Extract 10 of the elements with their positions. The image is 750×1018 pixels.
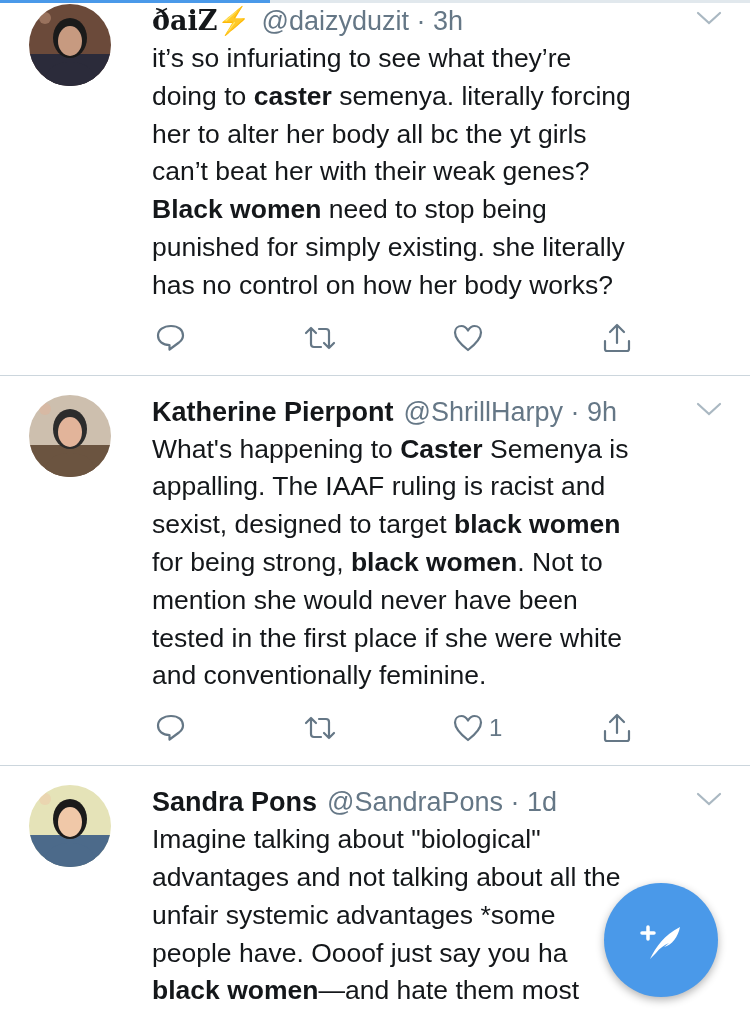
handle-and-time: @daizyduzit · 3h: [261, 5, 463, 38]
tweet-text: it’s so infuriating to see what they’re doing to caster semenya. literally forcing her to alter her body all bc the yt girls can’t beat her with their weak genes? Black women need to stop being punished for simply existing. she literally has no control on how her body works?: [152, 42, 631, 302]
user-name[interactable]: Sandra Pons: [152, 783, 318, 822]
tweet-text: What's happening to Caster Semenya is appalling. The IAAF ruling is racist and sexist, designed to target black women for being strong, black women. Not to mention she would never have been tested in the first place if she were white and conventionally feminine.: [152, 432, 629, 693]
tweet-text: Imagine talking about "biological" advantages and not talking about all the unfair systemic advantages *some people have. Oooof just say you ha black women—and hate them most: [152, 823, 621, 1008]
user-name[interactable]: ðaiZ⚡: [152, 2, 252, 40]
user-name[interactable]: Katherine Pierpont: [152, 392, 394, 431]
handle-and-time: @ShrillHarpy · 9h: [403, 395, 617, 429]
handle-and-time: @SandraPons · 1d: [327, 786, 558, 820]
like-count: 1: [489, 714, 503, 743]
